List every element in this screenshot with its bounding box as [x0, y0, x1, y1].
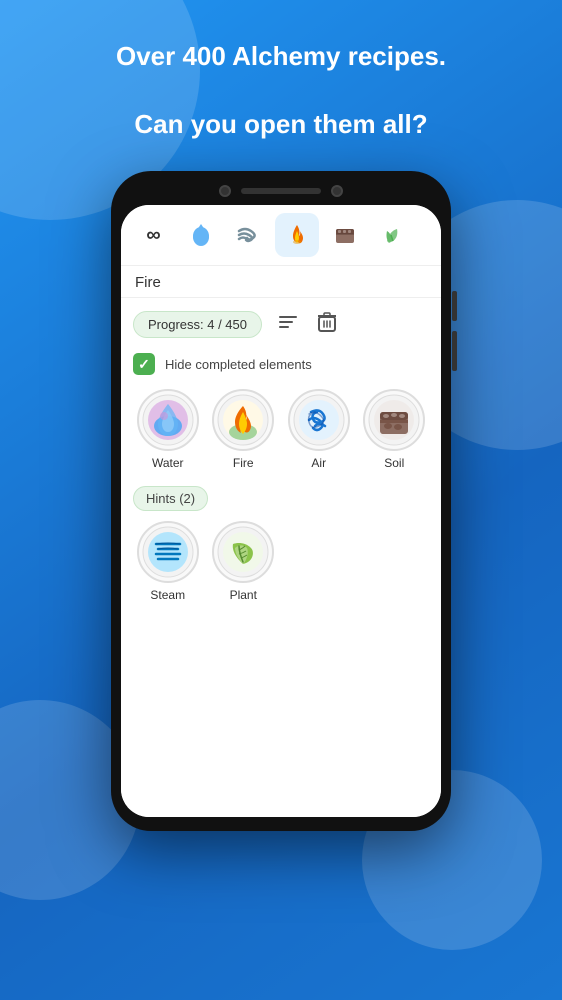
headline-container: Over 400 Alchemy recipes. Can you open t… [86, 40, 476, 141]
sort-icon [278, 313, 298, 331]
hide-completed-checkbox[interactable]: ✓ [133, 353, 155, 375]
plant-tab-icon [379, 221, 407, 249]
element-fire[interactable]: Fire [209, 389, 279, 470]
hints-grid: Steam [133, 521, 429, 602]
phone-camera-bar [121, 185, 441, 197]
tab-soil[interactable] [323, 213, 367, 257]
phone-frame: ∞ [111, 171, 451, 831]
checkmark-icon: ✓ [138, 356, 150, 373]
wind-tab-icon [235, 221, 263, 249]
phone-screen: ∞ [121, 205, 441, 817]
progress-badge: Progress: 4 / 450 [133, 311, 262, 338]
tab-wind[interactable] [227, 213, 271, 257]
soil-icon [368, 394, 420, 446]
tab-bar: ∞ [121, 205, 441, 266]
element-air[interactable]: Air [284, 389, 354, 470]
hints-section: Hints (2) [133, 486, 429, 602]
hide-completed-row[interactable]: ✓ Hide completed elements [133, 353, 429, 375]
plant-label: Plant [230, 588, 257, 602]
plant-circle [212, 521, 274, 583]
soil-tab-icon [331, 221, 359, 249]
steam-label: Steam [150, 588, 185, 602]
steam-circle [137, 521, 199, 583]
camera-speaker [241, 188, 321, 194]
hints-header: Hints (2) [133, 486, 208, 511]
progress-row: Progress: 4 / 450 [133, 308, 429, 341]
element-steam[interactable]: Steam [133, 521, 203, 602]
volume-down-button [452, 331, 457, 371]
air-icon [293, 394, 345, 446]
headline-line2: Can you open them all? [116, 108, 446, 142]
soil-circle [363, 389, 425, 451]
camera-dot-right [331, 185, 343, 197]
steam-icon [142, 526, 194, 578]
soil-label: Soil [384, 456, 404, 470]
camera-dot-left [219, 185, 231, 197]
elements-grid: Water Fir [133, 389, 429, 470]
tab-plant[interactable] [371, 213, 415, 257]
headline-line1: Over 400 Alchemy recipes. [116, 40, 446, 74]
water-icon [142, 394, 194, 446]
element-water[interactable]: Water [133, 389, 203, 470]
fire-icon [217, 394, 269, 446]
hide-completed-label: Hide completed elements [165, 357, 312, 372]
delete-button[interactable] [314, 308, 340, 341]
selected-element-label: Fire [121, 266, 441, 298]
fire-label: Fire [233, 456, 254, 470]
element-plant[interactable]: Plant [209, 521, 279, 602]
tab-fire[interactable] [275, 213, 319, 257]
water-label: Water [152, 456, 184, 470]
delete-icon [318, 312, 336, 332]
volume-up-button [452, 291, 457, 321]
water-circle [137, 389, 199, 451]
element-soil[interactable]: Soil [360, 389, 430, 470]
plant-icon [217, 526, 269, 578]
tab-water[interactable] [179, 213, 223, 257]
air-circle [288, 389, 350, 451]
tab-infinity[interactable]: ∞ [131, 213, 175, 257]
sort-button[interactable] [274, 309, 302, 340]
fire-tab-icon [283, 221, 311, 249]
water-tab-icon [188, 222, 214, 248]
fire-circle [212, 389, 274, 451]
content-area: Progress: 4 / 450 [121, 298, 441, 817]
air-label: Air [311, 456, 326, 470]
